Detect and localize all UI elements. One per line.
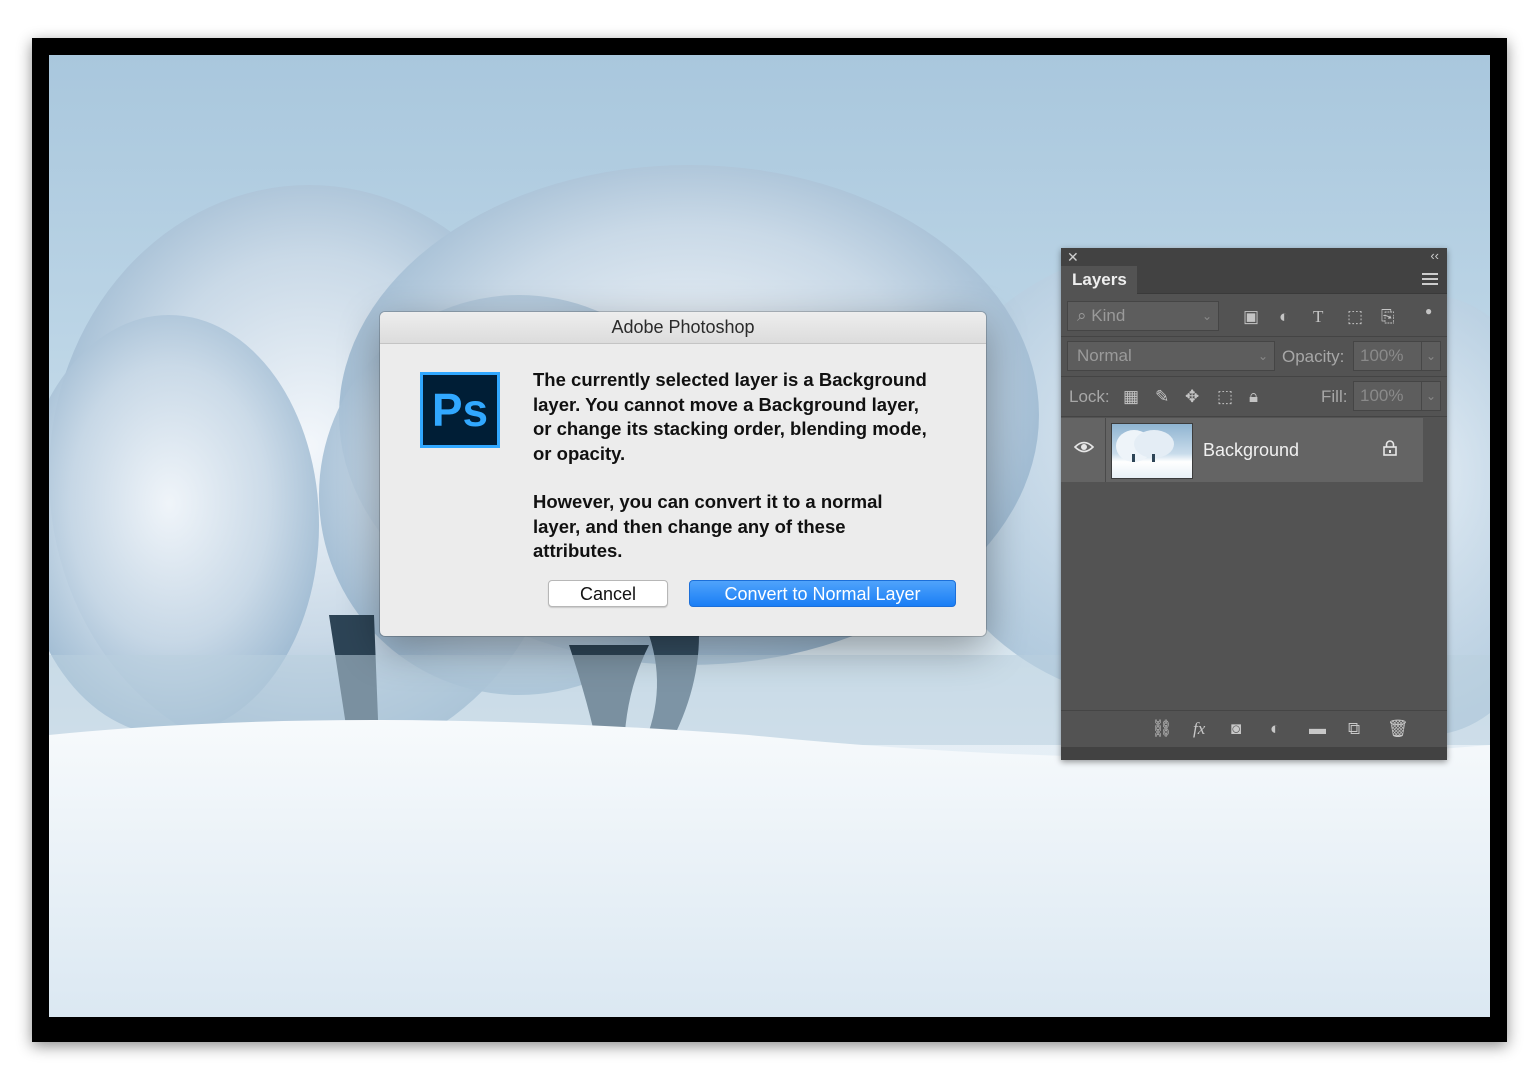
panel-menu-icon[interactable] (1422, 270, 1438, 288)
opacity-label: Opacity: (1282, 347, 1345, 366)
dialog-message-line-2: However, you can convert it to a normal … (533, 491, 883, 561)
layer-lock-icon[interactable] (1383, 440, 1397, 456)
layer-name[interactable]: Background (1203, 440, 1299, 461)
new-group-icon[interactable]: ▬ (1309, 719, 1326, 739)
layers-panel: ✕ ‹‹ Layers ⌕ Kind ⌄ ▣ ◐ T ⬚ ⎘ ● Normal … (1061, 248, 1447, 760)
chevron-down-icon: ⌄ (1420, 342, 1436, 370)
opacity-field[interactable]: 100% ⌄ (1353, 341, 1441, 371)
delete-layer-icon[interactable]: 🗑︎ (1387, 719, 1409, 739)
visibility-toggle[interactable] (1061, 418, 1106, 482)
filter-pixel-icon[interactable]: ▣ (1243, 307, 1259, 327)
eye-icon (1074, 441, 1094, 453)
search-icon: ⌕ (1077, 306, 1087, 325)
fill-label: Fill: (1321, 387, 1348, 406)
blend-mode-value: Normal (1077, 346, 1132, 365)
fill-field[interactable]: 100% ⌄ (1353, 381, 1441, 411)
chevron-down-icon: ⌄ (1257, 349, 1268, 363)
panel-resize-handle[interactable] (1061, 747, 1447, 760)
filter-toggle-icon[interactable]: ● (1425, 304, 1432, 318)
convert-to-normal-layer-button[interactable]: Convert to Normal Layer (689, 580, 956, 607)
photoshop-logo-icon: Ps (420, 372, 500, 448)
kind-filter-label: Kind (1091, 306, 1126, 325)
panel-header-bar: ✕ ‹‹ (1061, 248, 1447, 266)
lock-all-icon[interactable]: 🔒︎ (1249, 387, 1258, 407)
adjustment-layer-icon[interactable]: ◐ (1270, 719, 1280, 739)
lock-artboard-icon[interactable]: ⬚ (1217, 387, 1233, 407)
link-layers-icon[interactable]: ⛓︎ (1151, 719, 1173, 739)
add-mask-icon[interactable]: ◙ (1231, 719, 1241, 739)
convert-layer-dialog: Adobe Photoshop Ps The currently selecte… (380, 312, 986, 636)
tab-layers[interactable]: Layers (1061, 266, 1137, 294)
filter-smart-object-icon[interactable]: ⎘ (1381, 307, 1395, 327)
kind-filter-dropdown[interactable]: ⌕ Kind ⌄ (1067, 301, 1219, 331)
filter-type-icon[interactable]: T (1313, 307, 1323, 327)
lock-row: Lock: ▦ ✎ ✥ ⬚ 🔒︎ Fill: 100% ⌄ (1061, 378, 1447, 416)
filter-adjustment-icon[interactable]: ◐ (1279, 307, 1289, 327)
lock-label: Lock: (1069, 387, 1110, 406)
layers-scrollbar[interactable] (1423, 418, 1447, 708)
chevron-down-icon: ⌄ (1201, 309, 1212, 323)
filter-row: ⌕ Kind ⌄ ▣ ◐ T ⬚ ⎘ ● (1061, 298, 1447, 336)
layer-thumbnail (1111, 423, 1193, 479)
lock-transparent-icon[interactable]: ▦ (1123, 387, 1139, 407)
panel-footer: ⛓︎ fx ◙ ◐ ▬ ⧉ 🗑︎ (1061, 710, 1447, 747)
lock-position-icon[interactable]: ✥ (1185, 387, 1199, 407)
panel-tab-row: Layers (1061, 266, 1447, 294)
chevron-down-icon: ⌄ (1420, 382, 1436, 410)
dialog-message-line-1: The currently selected layer is a Backgr… (533, 369, 927, 464)
collapse-icon[interactable]: ‹‹ (1430, 248, 1439, 263)
dialog-title: Adobe Photoshop (380, 312, 986, 344)
filter-shape-icon[interactable]: ⬚ (1347, 307, 1363, 327)
blend-row: Normal ⌄ Opacity: 100% ⌄ (1061, 338, 1447, 376)
fill-value: 100% (1360, 386, 1404, 405)
new-layer-icon[interactable]: ⧉ (1348, 719, 1360, 739)
layer-row[interactable]: Background (1061, 418, 1423, 482)
opacity-value: 100% (1360, 346, 1404, 365)
blend-mode-dropdown[interactable]: Normal ⌄ (1067, 341, 1275, 371)
lock-pixels-icon[interactable]: ✎ (1155, 387, 1169, 407)
fx-icon[interactable]: fx (1193, 719, 1205, 739)
dialog-message: The currently selected layer is a Backgr… (533, 368, 933, 588)
close-icon[interactable]: ✕ (1067, 249, 1079, 266)
cancel-button[interactable]: Cancel (548, 580, 668, 607)
